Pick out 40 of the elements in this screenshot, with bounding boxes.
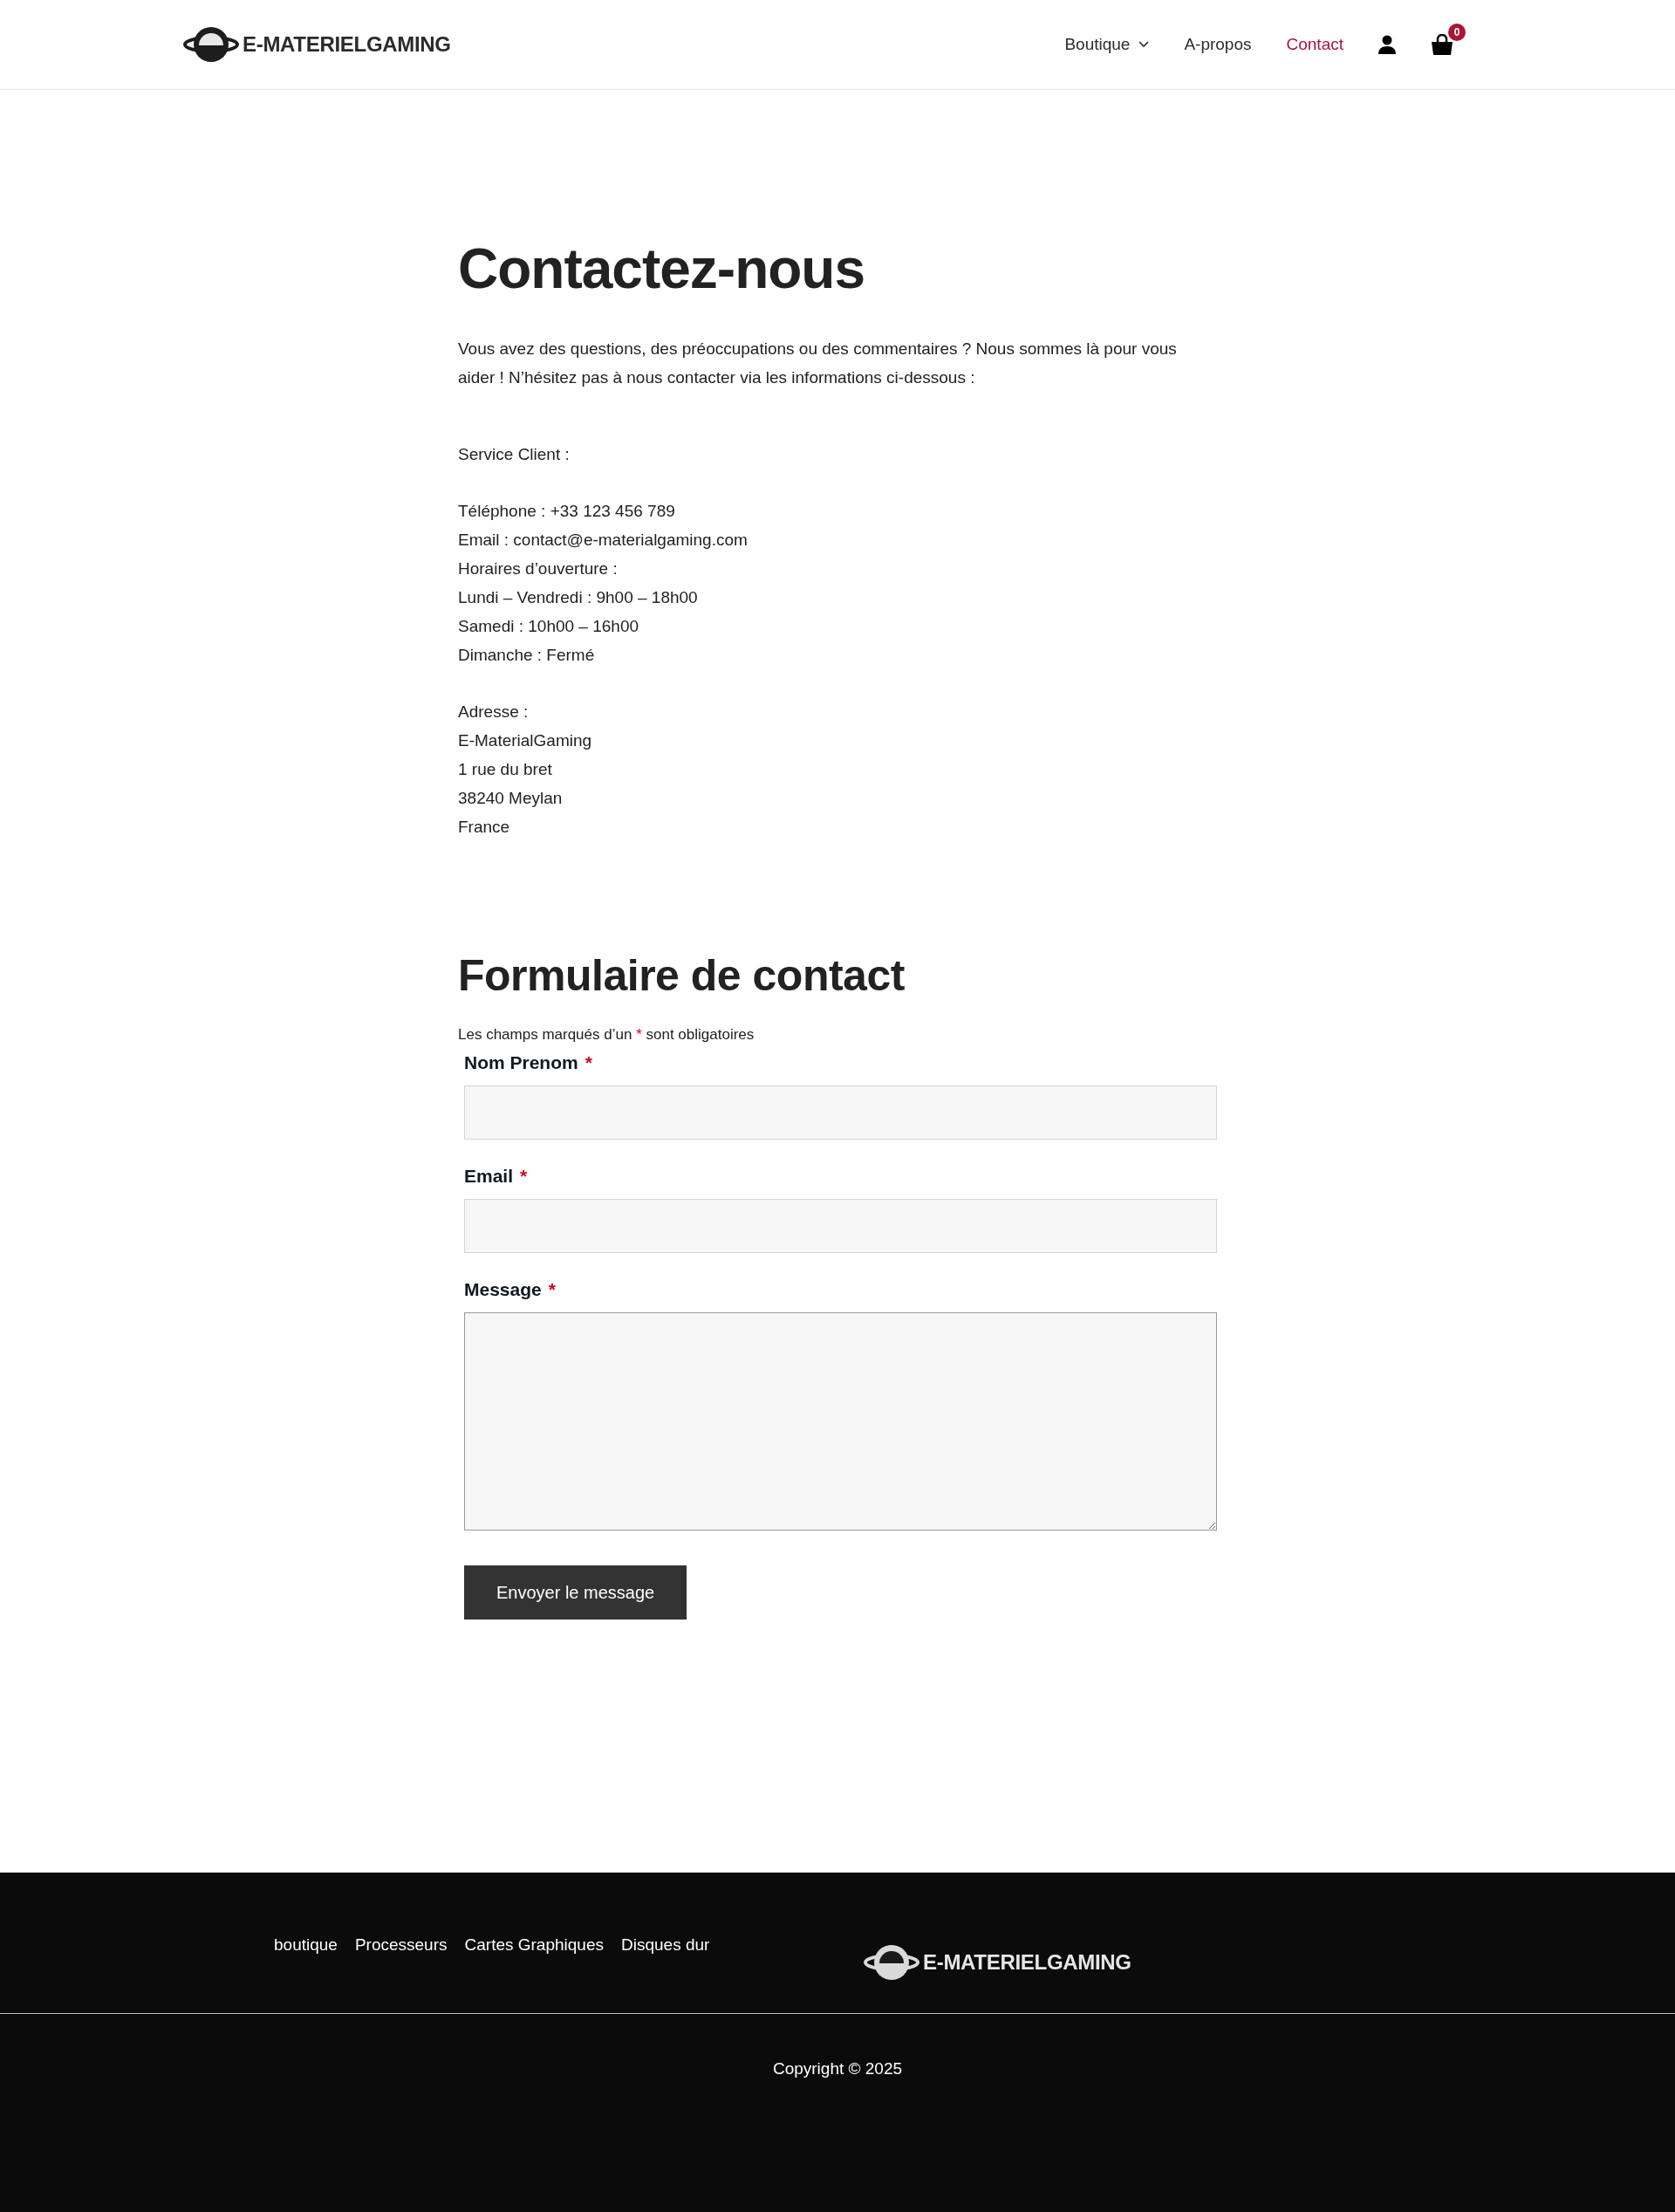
text-input-field[interactable] — [464, 1199, 1217, 1254]
contact-info-line: 38240 Meylan — [458, 788, 564, 810]
form-title: Formulaire de contact — [458, 952, 906, 1001]
contact-info-line: Adresse : — [458, 702, 530, 723]
copyright-text: Copyright © 2025 — [772, 2059, 903, 2079]
field-label: Email * — [464, 1166, 529, 1188]
contact-info-line: Email : contact@e-materialgaming.com — [458, 530, 749, 551]
contact-info-line: Lundi – Vendredi : 9h00 – 18h00 — [458, 587, 699, 609]
field-label: Nom Prenom * — [464, 1052, 593, 1074]
contact-info-line: Service Client : — [458, 444, 571, 466]
contact-info-line: Dimanche : Fermé — [458, 645, 596, 667]
contact-info-line: Téléphone : +33 123 456 789 — [458, 501, 676, 523]
required-notice: Les champs marqués d’un * sont obligatoires — [458, 1026, 755, 1044]
nav-link[interactable]: Contact — [1286, 35, 1343, 54]
footer-logo-text[interactable]: E-MATERIELGAMING — [923, 1950, 1131, 1975]
account-button[interactable] — [1378, 35, 1396, 54]
planet-logo-icon — [183, 24, 239, 65]
cart-button[interactable]: 0 — [1431, 24, 1466, 55]
field-label: Message * — [464, 1279, 557, 1301]
contact-info-line: 1 rue du bret — [458, 759, 553, 781]
contact-info-line: Horaires d’ouverture : — [458, 558, 619, 580]
nav-link[interactable]: A-propos — [1184, 35, 1252, 54]
footer-link[interactable]: boutique — [274, 1935, 338, 1955]
planet-logo-icon — [864, 1942, 920, 1983]
contact-info-line: Samedi : 10h00 – 16h00 — [458, 616, 640, 638]
footer-link[interactable]: Processeurs — [354, 1935, 448, 1955]
nav-link[interactable]: Boutique — [1064, 35, 1150, 54]
shopping-bag-icon — [1431, 34, 1453, 55]
intro-text: Vous avez des questions, des préoccupations ou des commentaires ? Nous sommes là pour vous aider ! N’hésitez pas à nous contacter via les informations ci-dessous : — [458, 339, 1178, 389]
page-title: Contactez-nous — [458, 238, 865, 300]
footer-link[interactable]: Cartes Graphiques — [464, 1935, 604, 1955]
logo-text[interactable]: E-MATERIELGAMING — [243, 32, 451, 57]
send-button[interactable]: Envoyer le message — [464, 1565, 687, 1620]
footer-link[interactable]: Disques dur — [621, 1935, 710, 1955]
text-input-field[interactable] — [464, 1085, 1217, 1140]
cart-count-badge: 0 — [1448, 24, 1466, 41]
message-field[interactable] — [464, 1312, 1217, 1531]
contact-info-line: E-MaterialGaming — [458, 730, 593, 752]
user-icon — [1378, 35, 1396, 54]
contact-info-line: France — [458, 817, 511, 839]
